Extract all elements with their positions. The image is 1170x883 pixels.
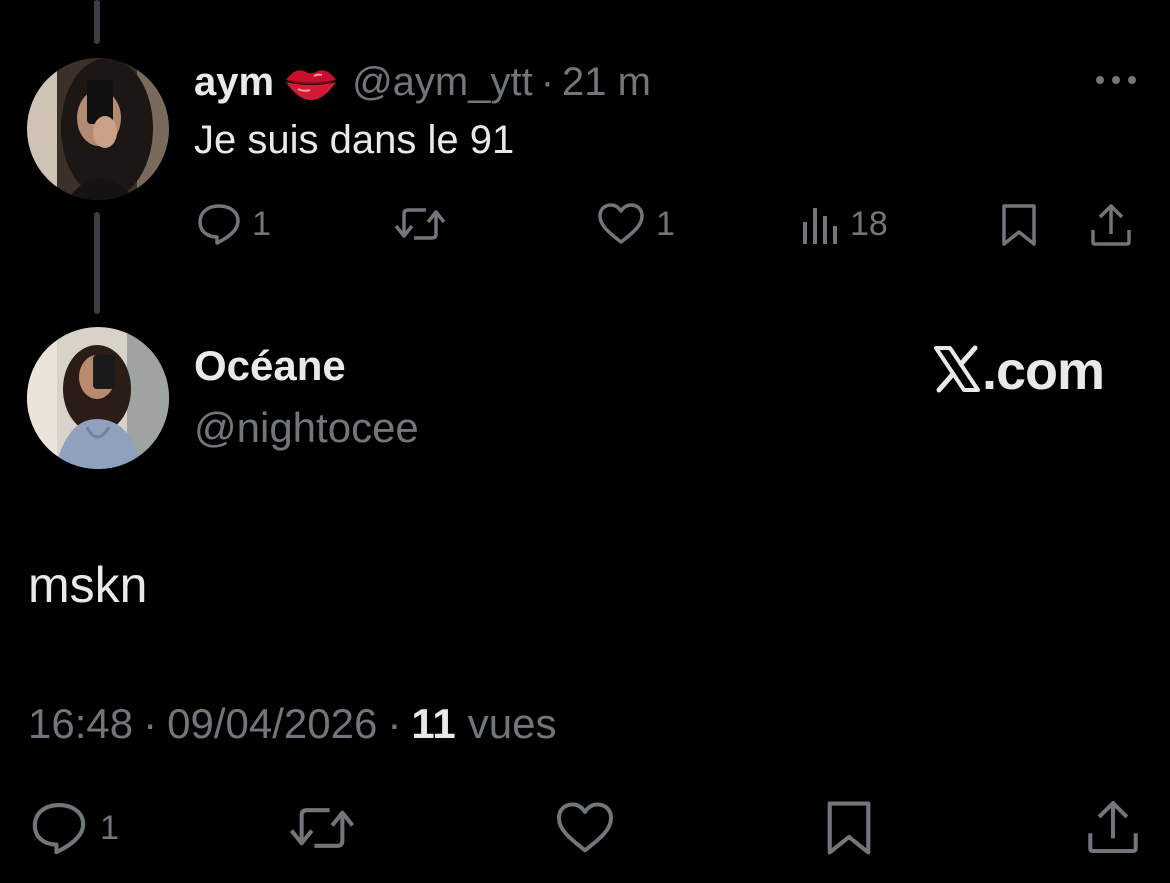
reply-action-repost[interactable] xyxy=(392,202,458,246)
main-avatar[interactable] xyxy=(27,327,169,469)
share-icon xyxy=(1088,202,1134,248)
repost-icon xyxy=(286,800,358,856)
thread-line-middle xyxy=(94,212,100,314)
heart-icon xyxy=(596,202,646,246)
bookmark-icon xyxy=(998,202,1040,248)
reply-timestamp[interactable]: 21 m xyxy=(562,60,651,105)
reply-action-like[interactable]: 1 xyxy=(596,202,675,246)
views-label: vues xyxy=(467,700,557,747)
comment-icon xyxy=(196,202,242,246)
reply-handle[interactable]: @aym_ytt xyxy=(352,60,533,105)
reply-action-bookmark[interactable] xyxy=(998,202,1040,248)
main-action-share[interactable] xyxy=(1084,798,1142,856)
bookmark-icon xyxy=(822,798,876,858)
heart-icon xyxy=(554,800,616,856)
view-count: 18 xyxy=(850,204,888,243)
tweet-thread: aym @aym_ytt · 21 m Je suis dans le 91 1… xyxy=(0,0,1170,883)
separator-dot: · xyxy=(143,700,158,747)
main-reply-count: 1 xyxy=(100,808,119,847)
main-display-name[interactable]: Océane xyxy=(194,342,346,390)
tweet-meta: 16:48 · 09/04/2026 · 11 vues xyxy=(28,700,556,748)
reply-count: 1 xyxy=(252,204,271,243)
main-action-bookmark[interactable] xyxy=(822,798,876,858)
reply-display-name[interactable]: aym xyxy=(194,60,274,105)
brand-watermark: .com xyxy=(932,338,1105,404)
tweet-date[interactable]: 09/04/2026 xyxy=(167,700,377,748)
reply-text: Je suis dans le 91 xyxy=(194,118,515,162)
separator-dot: · xyxy=(540,59,555,104)
more-icon[interactable] xyxy=(1094,70,1138,90)
separator-dot: · xyxy=(387,700,402,747)
main-action-like[interactable] xyxy=(554,800,616,856)
lips-icon xyxy=(284,62,338,102)
reply-header: aym @aym_ytt · 21 m xyxy=(194,56,651,108)
analytics-icon xyxy=(800,202,840,246)
share-icon xyxy=(1084,798,1142,856)
reply-action-share[interactable] xyxy=(1088,202,1134,248)
views-count: 11 xyxy=(411,700,456,747)
tweet-time[interactable]: 16:48 xyxy=(28,700,133,748)
main-action-repost[interactable] xyxy=(286,800,358,856)
reply-action-reply[interactable]: 1 xyxy=(196,202,271,246)
brand-domain: .com xyxy=(982,341,1105,401)
x-logo-icon xyxy=(932,344,982,399)
main-handle[interactable]: @nightocee xyxy=(194,404,419,452)
reply-action-views[interactable]: 18 xyxy=(800,202,888,246)
repost-icon xyxy=(392,202,448,246)
main-action-reply[interactable]: 1 xyxy=(28,800,119,856)
reply-avatar[interactable] xyxy=(27,58,169,200)
like-count: 1 xyxy=(656,204,675,243)
comment-icon xyxy=(28,800,90,856)
main-tweet-text: mskn xyxy=(28,557,148,613)
thread-line-top xyxy=(94,0,100,44)
